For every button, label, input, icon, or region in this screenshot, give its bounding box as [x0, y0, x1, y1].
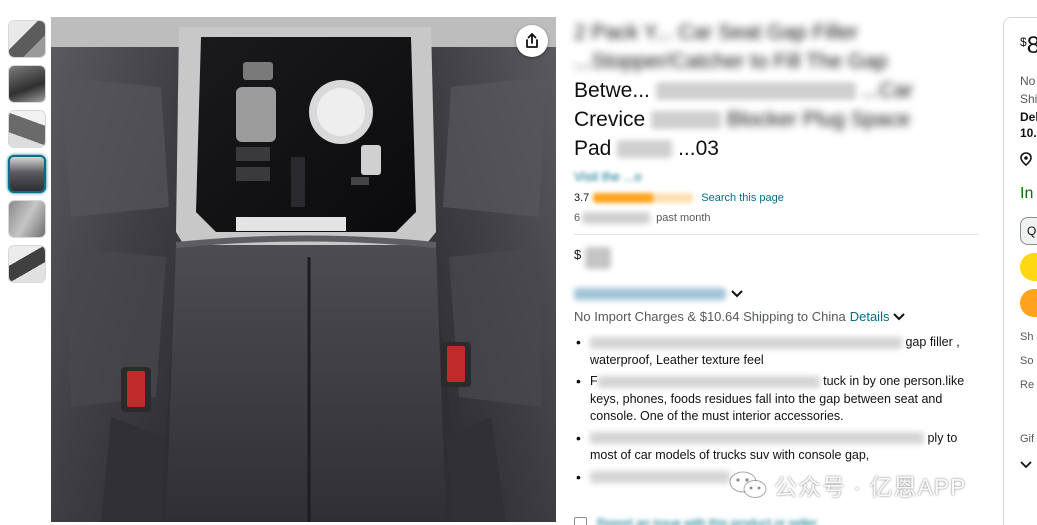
add-to-cart-button[interactable]: [1020, 253, 1037, 281]
details-link[interactable]: Details: [850, 309, 890, 324]
rating-row: 3.7 Search this page: [574, 190, 984, 206]
bullet-text: ply to: [927, 430, 958, 445]
buybox-price: $ 8: [1020, 32, 1037, 60]
bought-prefix: 6: [574, 212, 581, 224]
ships-from-label: Sh: [1020, 331, 1034, 343]
report-issue[interactable]: Report an issue with this product or sel…: [574, 516, 817, 525]
search-this-page-link[interactable]: Search this page: [701, 192, 784, 204]
buy-now-button[interactable]: [1020, 289, 1037, 317]
bullet-text: keys, phones, foods residues fall into t…: [590, 391, 943, 406]
main-product-image[interactable]: [51, 17, 556, 522]
bought-suffix: past month: [656, 212, 711, 224]
brand-label: Visit the ...o: [574, 169, 642, 184]
price: $: [574, 247, 984, 275]
buybox-line: No: [1020, 74, 1036, 88]
buybox-price-value: 8: [1026, 32, 1037, 59]
buybox-delivery: Del: [1020, 110, 1037, 124]
share-button[interactable]: [516, 25, 548, 57]
bullet-text: most of car models of trucks suv with co…: [590, 448, 870, 462]
chevron-down-icon[interactable]: [1020, 461, 1032, 469]
share-icon: [526, 33, 538, 48]
chevron-down-icon: [731, 290, 743, 298]
feature-bullet: ply to most of car models of trucks suv …: [574, 430, 984, 465]
thumbnail-5[interactable]: [8, 200, 46, 238]
watermark: 公众号 · 亿恩APP: [728, 468, 966, 502]
report-issue-text: Report an issue with this product or sel…: [597, 516, 818, 525]
thumbnail-3[interactable]: [8, 110, 46, 148]
feature-bullet: F tuck in by one person.like keys, phone…: [574, 373, 984, 426]
title-line-5: Pad: [574, 137, 612, 160]
product-info: 2 Pack Y... Car Seat Gap Filler ...Stopp…: [574, 18, 984, 490]
bought-in-past-month: 6 past month: [574, 210, 984, 226]
feature-bullet: gap filler , waterproof, Leather texture…: [574, 334, 984, 369]
wechat-icon: [729, 471, 767, 498]
import-charges: No Import Charges & $10.64 Shipping to C…: [574, 309, 984, 324]
title-line-3-end: ...Car: [861, 79, 913, 102]
chevron-down-icon: [893, 312, 906, 320]
sold-by-label: So: [1020, 355, 1034, 367]
returns-label: Re: [1020, 379, 1035, 391]
car-console-photo: [51, 17, 556, 522]
price-symbol: $: [574, 247, 582, 262]
bullet-text: waterproof, Leather texture feel: [590, 352, 764, 367]
title-line-4: Crevice: [574, 108, 646, 131]
brand-store-link[interactable]: Visit the ...o: [574, 169, 984, 185]
bullet-text: tuck in by one person.like: [823, 374, 965, 388]
thumbnail-6[interactable]: [8, 245, 46, 283]
buy-box: $ 8 No Shi Del 10. In Q Sh So Re Gif: [1003, 17, 1037, 525]
location-pin-icon[interactable]: [1020, 152, 1037, 171]
title-line-1: 2 Pack Y... Car Seat Gap Filler: [574, 21, 859, 44]
gift-label: Gif: [1020, 433, 1035, 445]
variant-selector[interactable]: [574, 285, 984, 303]
divider: [574, 234, 979, 235]
rating-value: 3.7: [574, 192, 590, 204]
in-stock-label: In: [1020, 185, 1034, 202]
watermark-text: 公众号 · 亿恩APP: [774, 474, 967, 500]
import-text: No Import Charges & $10.64 Shipping to C…: [574, 309, 846, 324]
thumbnail-strip: [8, 20, 48, 290]
quantity-label: Q: [1027, 224, 1037, 238]
feature-bullets: gap filler , waterproof, Leather texture…: [574, 334, 984, 486]
product-title: 2 Pack Y... Car Seat Gap Filler ...Stopp…: [574, 18, 984, 163]
bullet-text: gap filler ,: [905, 335, 960, 349]
buybox-line: Shi: [1020, 92, 1037, 106]
thumbnail-1[interactable]: [8, 20, 46, 58]
buybox-price-symbol: $: [1020, 35, 1027, 49]
bullet-text: F: [590, 374, 598, 388]
report-checkbox[interactable]: [574, 516, 587, 525]
quantity-select[interactable]: Q: [1020, 217, 1037, 245]
bullet-text: console. One of the must interior access…: [590, 409, 844, 423]
title-line-3: Betwe...: [574, 79, 650, 102]
thumbnail-2[interactable]: [8, 65, 46, 103]
star-rating[interactable]: [593, 193, 694, 203]
thumbnail-4[interactable]: [8, 155, 46, 193]
title-line-5-end: ...03: [678, 137, 719, 160]
buybox-delivery-date: 10.: [1020, 126, 1037, 140]
title-line-4-mid: Blocker Plug Space: [726, 108, 911, 131]
title-line-2: ...Stopper/Catcher to Fill The Gap: [574, 50, 888, 73]
